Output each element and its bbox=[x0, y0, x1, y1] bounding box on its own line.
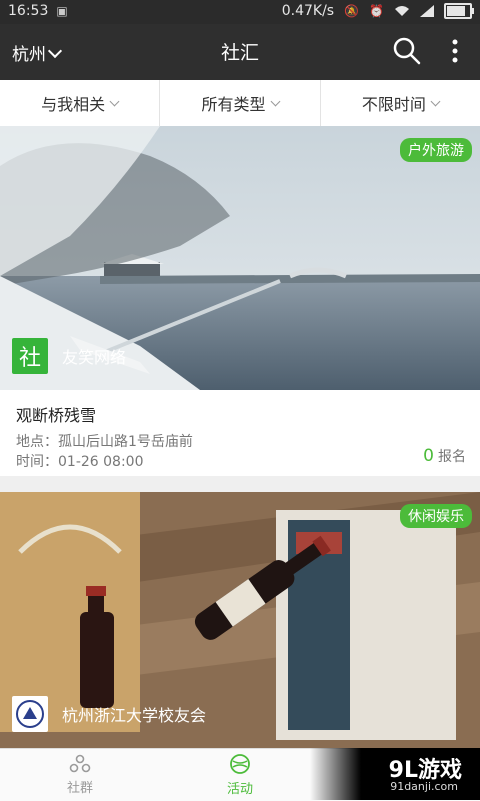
event-photo-snow-bridge: 户外旅游 社 友笑网络 bbox=[0, 126, 480, 390]
watermark-url: 91danji.com bbox=[390, 780, 458, 793]
organizer[interactable]: 杭州浙江大学校友会 bbox=[12, 696, 206, 732]
more-menu-icon[interactable] bbox=[440, 36, 470, 66]
category-tag: 休闲娱乐 bbox=[400, 504, 472, 528]
wifi-icon bbox=[395, 6, 409, 16]
nav-activity[interactable]: 活动 bbox=[160, 749, 320, 801]
nav-label: 活动 bbox=[226, 782, 253, 797]
search-icon[interactable] bbox=[392, 36, 422, 66]
filter-label: 与我相关 bbox=[41, 95, 106, 114]
filter-label: 不限时间 bbox=[361, 95, 426, 114]
site-watermark: 9L游戏 91danji.com bbox=[310, 748, 480, 800]
status-bar: 16:53 ▣ 0.47K/s 🔕 ⏰ bbox=[0, 0, 480, 24]
battery-icon bbox=[444, 3, 474, 19]
event-title: 观断桥残雪 bbox=[16, 406, 97, 425]
signal-icon bbox=[420, 5, 434, 17]
filter-time[interactable]: 不限时间 bbox=[321, 80, 480, 126]
signup-number: 0 bbox=[423, 446, 434, 466]
filter-related[interactable]: 与我相关 bbox=[0, 80, 161, 126]
event-photo-wine: 休闲娱乐 杭州浙江大学校友会 bbox=[0, 492, 480, 748]
activity-icon bbox=[230, 754, 250, 774]
chevron-down-icon bbox=[270, 96, 280, 106]
signup-count: 0 报名 bbox=[423, 446, 466, 466]
nav-community[interactable]: 社群 bbox=[0, 749, 160, 801]
organizer-name: 友笑网络 bbox=[62, 348, 127, 367]
status-time: 16:53 bbox=[8, 3, 49, 19]
event-time: 时间：01-26 08:00 bbox=[16, 454, 144, 470]
university-logo-icon bbox=[12, 696, 48, 732]
network-speed: 0.47K/s bbox=[281, 3, 335, 19]
category-tag: 户外旅游 bbox=[400, 138, 472, 162]
notification-icon: ▣ bbox=[56, 4, 68, 18]
organizer-badge: 社 bbox=[12, 338, 48, 374]
chevron-down-icon bbox=[430, 96, 441, 106]
chevron-down-icon bbox=[109, 96, 120, 106]
event-address: 地点：孤山后山路1号岳庙前 bbox=[16, 434, 193, 450]
organizer-name: 杭州浙江大学校友会 bbox=[62, 706, 207, 725]
event-card[interactable]: 户外旅游 社 友笑网络 观断桥残雪 地点：孤山后山路1号岳庙前 时间：01-26… bbox=[0, 126, 480, 476]
organizer[interactable]: 社 友笑网络 bbox=[12, 338, 126, 374]
filter-bar: 与我相关 所有类型 不限时间 bbox=[0, 80, 480, 127]
alarm-icon: ⏰ bbox=[369, 4, 384, 18]
community-icon bbox=[69, 754, 91, 773]
app-header: 杭州 社汇 bbox=[0, 24, 480, 80]
nav-label: 社群 bbox=[66, 781, 93, 796]
event-card[interactable]: 休闲娱乐 杭州浙江大学校友会 bbox=[0, 492, 480, 748]
filter-label: 所有类型 bbox=[201, 95, 266, 114]
signup-label: 报名 bbox=[438, 449, 466, 465]
filter-type[interactable]: 所有类型 bbox=[160, 80, 321, 126]
mute-icon: 🔕 bbox=[344, 4, 360, 18]
